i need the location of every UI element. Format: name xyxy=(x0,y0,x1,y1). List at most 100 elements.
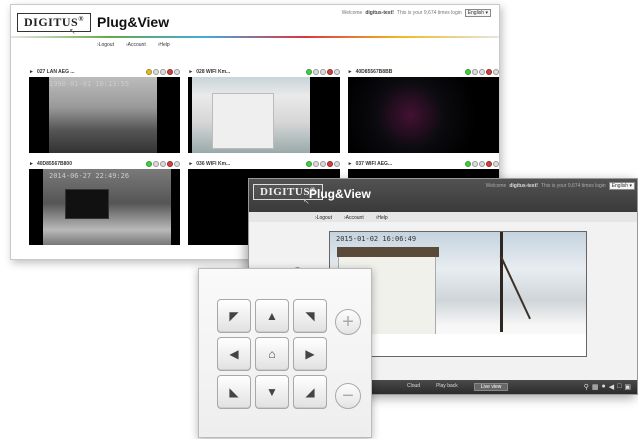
expand-arrow-icon[interactable]: ► xyxy=(29,69,34,75)
record-icon[interactable] xyxy=(326,161,333,167)
fullscreen-icon[interactable] xyxy=(492,161,499,167)
fullscreen-icon[interactable]: ▣ xyxy=(624,383,631,391)
building-scene xyxy=(192,77,311,153)
tab-live-view[interactable]: Live view xyxy=(473,383,509,391)
help-link[interactable]: ›Help xyxy=(376,215,388,221)
header-bar: DIGITUS® ↖ Plug&View Welcome digitus-tes… xyxy=(249,179,637,212)
camera-controls xyxy=(464,69,499,75)
settings-icon[interactable] xyxy=(471,161,478,167)
settings-icon[interactable] xyxy=(312,161,319,167)
room-scene xyxy=(43,169,171,245)
logout-link[interactable]: ›Logout xyxy=(315,215,332,221)
settings-icon[interactable] xyxy=(153,161,160,167)
app-title: Plug&View xyxy=(309,187,371,201)
audio-icon[interactable]: ◀ xyxy=(609,383,614,391)
pan-right-button[interactable]: ▶ xyxy=(293,337,327,371)
camera-controls xyxy=(305,161,340,167)
camera-name: 40D85567B8BB xyxy=(355,69,393,75)
expand-arrow-icon[interactable]: ► xyxy=(188,161,193,167)
settings-icon[interactable] xyxy=(153,69,160,75)
camera-tile[interactable]: ► 40D85567B8BB xyxy=(347,67,499,153)
camera-name: 036 WIFI Km... xyxy=(196,161,231,167)
camera-feed[interactable] xyxy=(188,77,340,153)
camera-header: ► 037 WIFI AEG... xyxy=(348,159,499,169)
tv-shape xyxy=(65,189,109,219)
camera-tile[interactable]: ► 40D85567B800 2014-06-27 22:49:26 xyxy=(29,159,181,245)
expand-arrow-icon[interactable]: ► xyxy=(348,69,353,75)
camera-feed[interactable]: 1990-01-01 10:13:55 xyxy=(29,77,181,153)
pan-down-right-button[interactable]: ◢ xyxy=(293,375,327,409)
camera-tile[interactable]: ► 027 LAN AEG ... 1990-01-01 10:13:55 xyxy=(29,67,181,153)
snapshot-icon[interactable] xyxy=(319,161,326,167)
expand-arrow-icon[interactable]: ► xyxy=(29,161,34,167)
direction-pad: ◤ ▲ ◥ ◀ ⌂ ▶ ◣ ▼ ◢ xyxy=(217,299,327,409)
grid-icon[interactable]: ▦ xyxy=(592,383,599,391)
pan-left-button[interactable]: ◀ xyxy=(217,337,251,371)
record-icon[interactable]: ● xyxy=(602,383,606,391)
camera-name: 40D85567B800 xyxy=(36,161,72,167)
toolbar-icons: ⚲ ▦ ● ◀ □ ▣ xyxy=(584,383,631,391)
snapshot-icon[interactable] xyxy=(478,161,485,167)
zoom-out-button[interactable]: − xyxy=(335,383,361,409)
pan-up-button[interactable]: ▲ xyxy=(255,299,289,333)
camera-feed[interactable]: 2014-06-27 22:49:26 xyxy=(29,169,181,245)
expand-arrow-icon[interactable]: ► xyxy=(188,69,193,75)
expand-arrow-icon[interactable]: ► xyxy=(348,161,353,167)
video-timestamp: 2015-01-02 16:06:49 xyxy=(336,235,417,243)
window-icon[interactable]: □ xyxy=(617,383,621,391)
camera-header: ► 036 WIFI Km... xyxy=(188,159,340,169)
zoom-icon[interactable]: ⚲ xyxy=(584,383,589,391)
welcome-text: Welcome digitus-test! This is your 9,674… xyxy=(486,182,635,190)
snapshot-icon[interactable] xyxy=(160,69,167,75)
pan-up-left-button[interactable]: ◤ xyxy=(217,299,251,333)
record-icon[interactable] xyxy=(167,161,174,167)
roof-shape xyxy=(337,247,439,257)
snapshot-icon[interactable] xyxy=(319,69,326,75)
status-icon xyxy=(464,161,471,167)
record-icon[interactable] xyxy=(485,161,492,167)
camera-header: ► 028 WIFI Km... xyxy=(188,67,340,77)
fullscreen-icon[interactable] xyxy=(333,161,340,167)
tab-cloud[interactable]: Cloud xyxy=(407,383,420,391)
camera-name: 037 WIFI AEG... xyxy=(355,161,393,167)
home-button[interactable]: ⌂ xyxy=(255,337,289,371)
logout-link[interactable]: ›Logout xyxy=(97,42,114,48)
status-icon xyxy=(146,161,153,167)
settings-icon[interactable] xyxy=(312,69,319,75)
record-icon[interactable] xyxy=(326,69,333,75)
color-divider xyxy=(11,36,499,38)
camera-tile[interactable]: ► 028 WIFI Km... xyxy=(188,67,340,153)
feed-timestamp: 1990-01-01 10:13:55 xyxy=(49,80,130,88)
view-tabs: Cloud Play back Live view xyxy=(407,383,509,391)
record-icon[interactable] xyxy=(167,69,174,75)
fullscreen-icon[interactable] xyxy=(333,69,340,75)
settings-icon[interactable] xyxy=(471,69,478,75)
fullscreen-icon[interactable] xyxy=(174,69,181,75)
record-icon[interactable] xyxy=(485,69,492,75)
pan-down-left-button[interactable]: ◣ xyxy=(217,375,251,409)
snapshot-icon[interactable] xyxy=(160,161,167,167)
pan-up-right-button[interactable]: ◥ xyxy=(293,299,327,333)
language-select[interactable]: English ▾ xyxy=(608,182,635,190)
camera-feed[interactable] xyxy=(347,77,499,153)
status-icon xyxy=(464,69,471,75)
zoom-in-button[interactable]: + xyxy=(335,309,361,335)
welcome-text: Welcome digitus-test! This is your 9,674… xyxy=(342,9,491,17)
username: digitus-test! xyxy=(365,10,394,16)
language-select[interactable]: English ▾ xyxy=(464,9,491,17)
feed-timestamp: 2014-06-27 22:49:26 xyxy=(49,172,130,180)
nav-strip xyxy=(249,212,637,222)
account-link[interactable]: ›Account xyxy=(344,215,364,221)
pan-down-button[interactable]: ▼ xyxy=(255,375,289,409)
status-icon xyxy=(305,161,312,167)
fullscreen-icon[interactable] xyxy=(492,69,499,75)
account-link[interactable]: ›Account xyxy=(126,42,146,48)
header-bar: DIGITUS® ↖ Plug&View Welcome digitus-tes… xyxy=(11,5,499,41)
fullscreen-icon[interactable] xyxy=(174,161,181,167)
camera-controls xyxy=(146,161,181,167)
dark-scene xyxy=(347,77,498,153)
tab-playback[interactable]: Play back xyxy=(436,383,458,391)
help-link[interactable]: ›Help xyxy=(158,42,170,48)
snapshot-icon[interactable] xyxy=(478,69,485,75)
status-icon xyxy=(146,69,153,75)
